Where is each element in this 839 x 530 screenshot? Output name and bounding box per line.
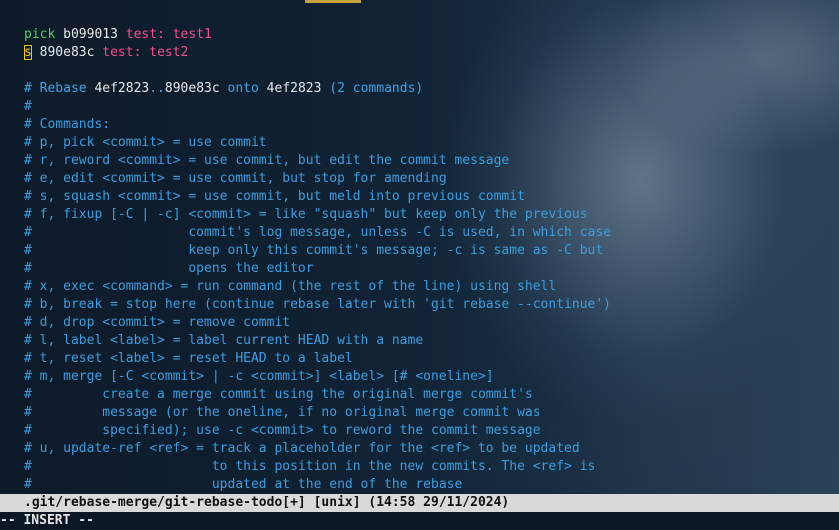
- comment-line: # r, reword <commit> = use commit, but e…: [24, 153, 510, 168]
- commit-hash: b099013: [63, 27, 118, 42]
- comment-line: # p, pick <commit> = use commit: [24, 135, 267, 150]
- comment-line: # l, label <label> = label current HEAD …: [24, 333, 424, 348]
- todo-line[interactable]: s 890e83c test: test2: [24, 44, 188, 62]
- comment-line: # b, break = stop here (continue rebase …: [24, 297, 611, 312]
- comment-line: #: [24, 99, 32, 114]
- comment-line: # create a merge commit using the origin…: [24, 387, 533, 402]
- range-from-hash: 4ef2823: [94, 81, 150, 96]
- comment-line: # specified); use -c <commit> to reword …: [24, 423, 541, 438]
- text-cursor: s: [24, 45, 32, 60]
- comment-line: # Commands:: [24, 117, 111, 132]
- commit-subject: test: test2: [102, 45, 189, 60]
- vim-editor-buffer[interactable]: pick b099013 test: test1 s 890e83c test:…: [0, 0, 839, 494]
- comment-line: # m, merge [-C <commit> | -c <commit>] <…: [24, 369, 494, 384]
- comment-line: # e, edit <commit> = use commit, but sto…: [24, 171, 447, 186]
- todo-command: pick: [24, 27, 56, 42]
- comment-line: # x, exec <command> = run command (the r…: [24, 279, 557, 294]
- range-to-hash: 890e83c: [164, 81, 220, 96]
- comment-line: # commit's log message, unless -C is use…: [24, 225, 611, 240]
- mode-indicator: -- INSERT --: [0, 512, 839, 530]
- comment-line: # to this position in the new commits. T…: [24, 459, 596, 474]
- onto-hash: 4ef2823: [266, 81, 322, 96]
- comment-line: # t, reset <label> = reset HEAD to a lab…: [24, 351, 353, 366]
- commit-subject: test: test1: [125, 27, 212, 42]
- status-line: .git/rebase-merge/git-rebase-todo[+] [un…: [0, 494, 839, 512]
- commit-hash: 890e83c: [39, 45, 95, 60]
- comment-line: # keep only this commit's message; -c is…: [24, 243, 604, 258]
- comment-line: # f, fixup [-C | -c] <commit> = like "sq…: [24, 207, 588, 222]
- comment-line: # s, squash <commit> = use commit, but m…: [24, 189, 525, 204]
- comment-line: # opens the editor: [24, 261, 314, 276]
- comment-line: # d, drop <commit> = remove commit: [24, 315, 291, 330]
- comment-line: # updated at the end of the rebase: [24, 477, 463, 492]
- rebase-header-comment: # Rebase 4ef2823..890e83c onto 4ef2823 (…: [24, 81, 424, 96]
- comment-line: # message (or the oneline, if no origina…: [24, 405, 541, 420]
- comment-line: # u, update-ref <ref> = track a placehol…: [24, 441, 580, 456]
- todo-line[interactable]: pick b099013 test: test1: [24, 26, 212, 44]
